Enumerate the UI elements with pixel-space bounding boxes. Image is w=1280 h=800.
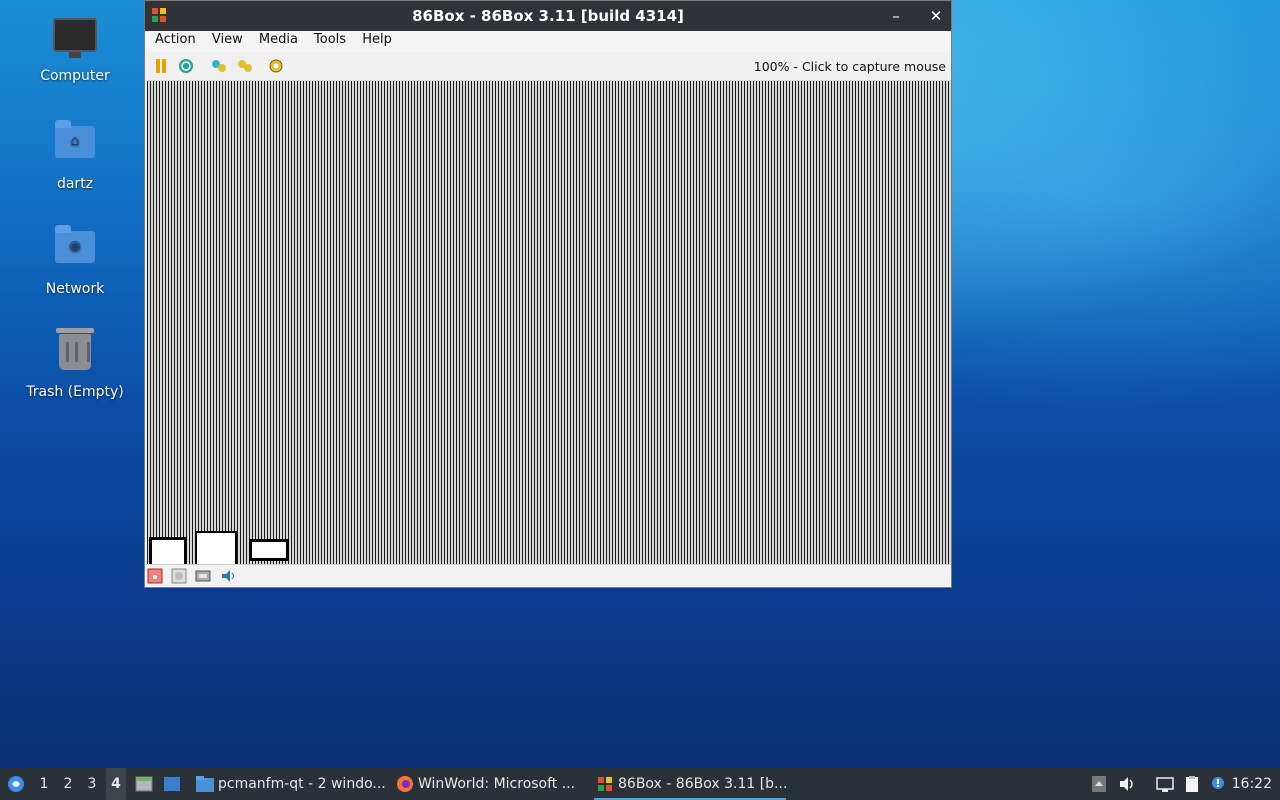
desktop-icon-computer[interactable]: Computer	[20, 14, 130, 84]
task-firefox[interactable]: WinWorld: Microsoft ...	[394, 768, 610, 800]
hard-disk-icon[interactable]	[195, 568, 211, 584]
cdrom-drive-icon[interactable]	[171, 568, 187, 584]
minimize-button[interactable]: –	[885, 5, 907, 27]
tray-expander-icon[interactable]	[1090, 776, 1108, 792]
desktop-icon-home-folder[interactable]: ⌂ dartz	[20, 118, 130, 192]
hard-reset-icon[interactable]	[178, 58, 194, 74]
desktop-icon-network[interactable]: ◉ Network	[20, 223, 130, 297]
window-titlebar[interactable]: 86Box - 86Box 3.11 [build 4314] – ✕	[145, 1, 951, 31]
menu-bar: Action View Media Tools Help	[145, 31, 951, 52]
86box-app-icon	[598, 777, 612, 791]
menu-help[interactable]: Help	[356, 32, 398, 47]
network-folder-icon: ◉	[53, 225, 97, 275]
home-folder-icon: ⌂	[53, 120, 97, 170]
start-menu-icon[interactable]	[4, 768, 28, 800]
workspace-4[interactable]: 4	[106, 768, 126, 800]
pause-icon[interactable]	[153, 58, 169, 74]
menu-action[interactable]: Action	[149, 32, 202, 47]
show-desktop-icon[interactable]	[162, 768, 182, 800]
workspace-3[interactable]: 3	[82, 768, 102, 800]
folder-icon	[196, 776, 214, 792]
firefox-icon	[397, 776, 413, 792]
task-pcmanfm[interactable]: pcmanfm-qt - 2 windo...	[194, 768, 410, 800]
capture-status-text: 100% - Click to capture mouse	[753, 59, 946, 74]
emulator-screen[interactable]	[147, 81, 951, 567]
workspace-1[interactable]: 1	[34, 768, 54, 800]
menu-view[interactable]: View	[206, 32, 249, 47]
volume-icon[interactable]	[1118, 776, 1136, 792]
ctrl-alt-esc-icon[interactable]	[237, 58, 253, 74]
desktop-icon-trash[interactable]: Trash (Empty)	[20, 328, 130, 400]
window-title: 86Box - 86Box 3.11 [build 4314]	[412, 7, 684, 25]
task-label: 86Box - 86Box 3.11 [b...	[618, 776, 786, 792]
status-bar	[145, 564, 951, 587]
desktop-icon-label: Network	[45, 281, 105, 297]
task-label: pcmanfm-qt - 2 windo...	[218, 776, 386, 792]
computer-icon	[53, 18, 97, 62]
network-tray-icon[interactable]	[1156, 776, 1174, 792]
settings-icon[interactable]	[268, 58, 284, 74]
emulator-window: 86Box - 86Box 3.11 [build 4314] – ✕ Acti…	[144, 0, 952, 588]
clock-icon	[195, 531, 237, 567]
briefcase-icon	[149, 537, 187, 567]
task-label: WinWorld: Microsoft ...	[418, 776, 576, 792]
clipboard-icon[interactable]	[1183, 776, 1201, 792]
ctrl-alt-del-icon[interactable]	[211, 58, 227, 74]
close-button[interactable]: ✕	[925, 5, 947, 27]
menu-tools[interactable]: Tools	[308, 32, 352, 47]
clock[interactable]: 16:22	[1232, 768, 1272, 800]
toolbar: 100% - Click to capture mouse	[145, 52, 951, 81]
desktop-icon-label: Computer	[40, 68, 110, 84]
drive-icon	[249, 539, 289, 561]
notification-icon[interactable]	[1209, 776, 1227, 792]
workspace-2[interactable]: 2	[58, 768, 78, 800]
desktop-icon-label: Trash (Empty)	[26, 384, 124, 400]
task-86box[interactable]: 86Box - 86Box 3.11 [b...	[594, 768, 786, 800]
menu-media[interactable]: Media	[253, 32, 304, 47]
taskbar: 1 2 3 4 pcmanfm-qt - 2 windo... WinWorld…	[0, 768, 1280, 800]
desktop-icon-label: dartz	[56, 176, 94, 192]
trash-icon	[53, 328, 97, 378]
sound-icon[interactable]	[220, 568, 236, 584]
file-manager-launcher-icon[interactable]	[134, 768, 154, 800]
floppy-drive-icon[interactable]	[147, 568, 163, 584]
